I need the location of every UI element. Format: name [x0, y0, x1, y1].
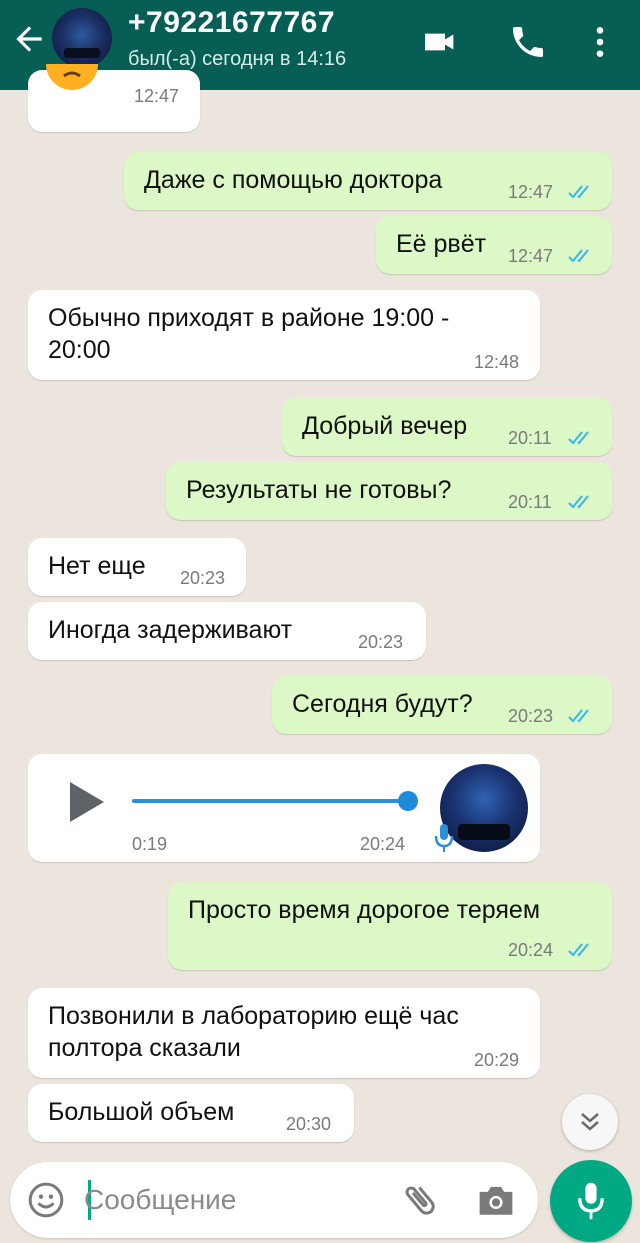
read-ticks-icon	[568, 943, 589, 957]
message-text: Её рвёт	[396, 230, 487, 258]
message-text: Большой объем	[48, 1098, 235, 1126]
message-time: 20:24	[360, 834, 406, 854]
voice-record-button[interactable]	[550, 1160, 632, 1242]
message-time: 20:23	[180, 568, 226, 588]
emoji-icon[interactable]	[26, 1180, 66, 1220]
message-bubble-outgoing[interactable]: Результаты не готовы? 20:11	[166, 462, 612, 520]
message-text-line2: 20:00	[48, 336, 111, 364]
read-ticks-icon	[568, 249, 589, 263]
avatar[interactable]	[52, 8, 112, 68]
message-bubble-outgoing[interactable]: Даже с помощью доктора 12:47	[124, 152, 612, 210]
message-time: 20:11	[508, 428, 552, 448]
message-time: 12:47	[134, 86, 180, 106]
message-bubble-incoming[interactable]: Иногда задерживают 20:23	[28, 602, 426, 660]
message-text: Нет еще	[48, 552, 146, 580]
read-ticks-icon	[568, 709, 589, 723]
message-bubble-incoming[interactable]: Нет еще 20:23	[28, 538, 246, 596]
message-text: Просто время дорогое теряем	[188, 896, 541, 924]
message-input[interactable]	[84, 1180, 374, 1220]
message-time: 20:11	[508, 492, 552, 512]
sad-face-emoji-icon	[46, 64, 98, 90]
message-bubble-incoming[interactable]: Обычно приходят в районе 19:00 - 20:00 1…	[28, 290, 540, 380]
more-vert-icon[interactable]	[580, 22, 620, 62]
message-bubble-incoming[interactable]: Большой объем 20:30	[28, 1084, 354, 1142]
message-time: 20:24	[508, 940, 554, 960]
double-chevron-down-icon	[581, 1113, 599, 1131]
message-list[interactable]: 12:47 Даже с помощью доктора 12:47 Её рв…	[0, 64, 640, 1160]
camera-icon[interactable]	[476, 1182, 516, 1218]
attach-icon[interactable]	[400, 1180, 440, 1220]
read-ticks-icon	[568, 185, 589, 199]
message-bubble-incoming[interactable]: 12:47	[28, 64, 200, 132]
scroll-to-bottom-button[interactable]	[562, 1094, 618, 1150]
mic-icon	[578, 1182, 604, 1220]
last-seen-status: был(-а) сегодня в 14:16	[128, 48, 347, 70]
message-composer	[10, 1162, 538, 1238]
message-bubble-outgoing[interactable]: Сегодня будут? 20:23	[272, 676, 612, 734]
message-time: 20:29	[474, 1050, 520, 1070]
message-text-line1: Позвонили в лабораторию ещё час	[48, 1002, 459, 1030]
voice-seek-handle[interactable]	[398, 791, 418, 811]
read-ticks-icon	[568, 431, 589, 445]
message-text: Даже с помощью доктора	[144, 166, 443, 194]
message-bubble-outgoing[interactable]: Добрый вечер 20:11	[282, 398, 612, 456]
back-arrow-icon[interactable]	[10, 20, 48, 58]
message-time: 20:30	[286, 1114, 332, 1134]
message-time: 12:47	[508, 246, 554, 266]
contact-title[interactable]: +79221677767	[128, 6, 335, 40]
read-ticks-icon	[568, 495, 589, 509]
voice-progress-track[interactable]	[132, 799, 406, 803]
message-bubble-incoming[interactable]: Позвонили в лабораторию ещё час полтора …	[28, 988, 540, 1078]
voice-message-bubble[interactable]: 0:19 20:24	[28, 754, 540, 862]
message-text: Добрый вечер	[302, 412, 468, 440]
message-text-line2: полтора сказали	[48, 1034, 241, 1062]
message-time: 12:47	[508, 182, 554, 202]
message-text-line1: Обычно приходят в районе 19:00 -	[48, 304, 450, 332]
voice-duration: 0:19	[132, 834, 168, 854]
video-call-icon[interactable]	[420, 22, 460, 62]
mic-icon	[434, 824, 454, 852]
phone-icon[interactable]	[508, 22, 548, 62]
message-text: Сегодня будут?	[292, 690, 473, 718]
message-bubble-outgoing[interactable]: Её рвёт 12:47	[376, 216, 612, 274]
message-text: Результаты не готовы?	[186, 476, 452, 504]
message-time: 12:48	[474, 352, 520, 372]
message-text: Иногда задерживают	[48, 616, 293, 644]
play-icon[interactable]	[66, 780, 106, 824]
message-time: 20:23	[508, 706, 554, 726]
message-time: 20:23	[358, 632, 404, 652]
message-bubble-outgoing[interactable]: Просто время дорогое теряем 20:24	[168, 882, 612, 970]
